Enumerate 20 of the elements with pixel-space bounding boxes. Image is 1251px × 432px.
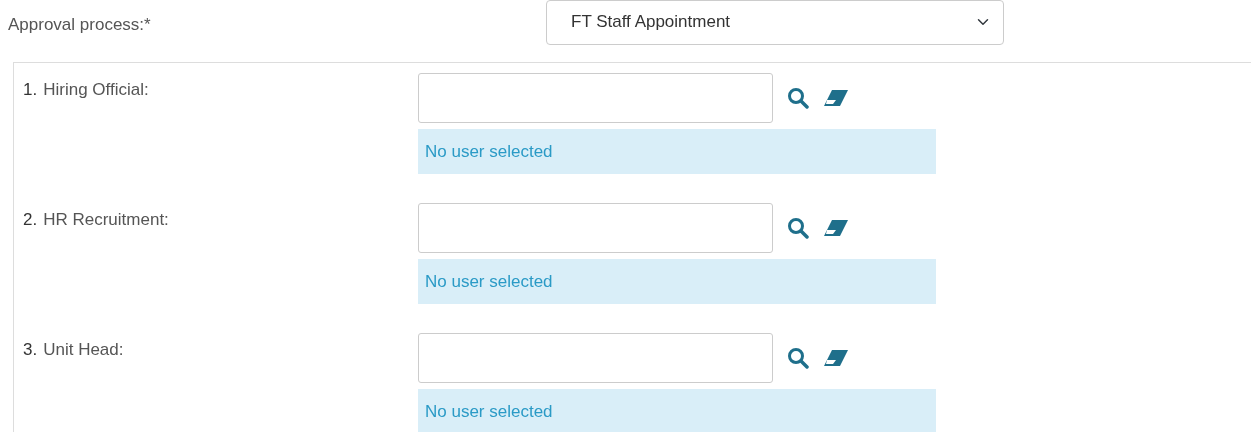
status-message: No user selected	[418, 129, 936, 174]
user-input-field[interactable]	[418, 73, 773, 123]
eraser-icon[interactable]	[823, 219, 849, 237]
step-number: 2.	[23, 210, 38, 229]
step-number: 3.	[23, 340, 38, 359]
status-message: No user selected	[418, 259, 936, 304]
search-icon[interactable]	[787, 217, 809, 239]
eraser-icon[interactable]	[823, 89, 849, 107]
user-input-field[interactable]	[418, 203, 773, 253]
search-icon[interactable]	[787, 87, 809, 109]
eraser-icon[interactable]	[823, 349, 849, 367]
step-label: Hiring Official:	[43, 80, 149, 99]
approval-process-select[interactable]: FT Staff Appointment	[546, 0, 1004, 45]
step-label: HR Recruitment:	[43, 210, 169, 229]
field-label: Approval process:*	[8, 14, 152, 37]
user-input-field[interactable]	[418, 333, 773, 383]
step-number: 1.	[23, 80, 38, 99]
search-icon[interactable]	[787, 347, 809, 369]
step-label: Unit Head:	[43, 340, 124, 359]
status-message: No user selected	[418, 389, 936, 432]
